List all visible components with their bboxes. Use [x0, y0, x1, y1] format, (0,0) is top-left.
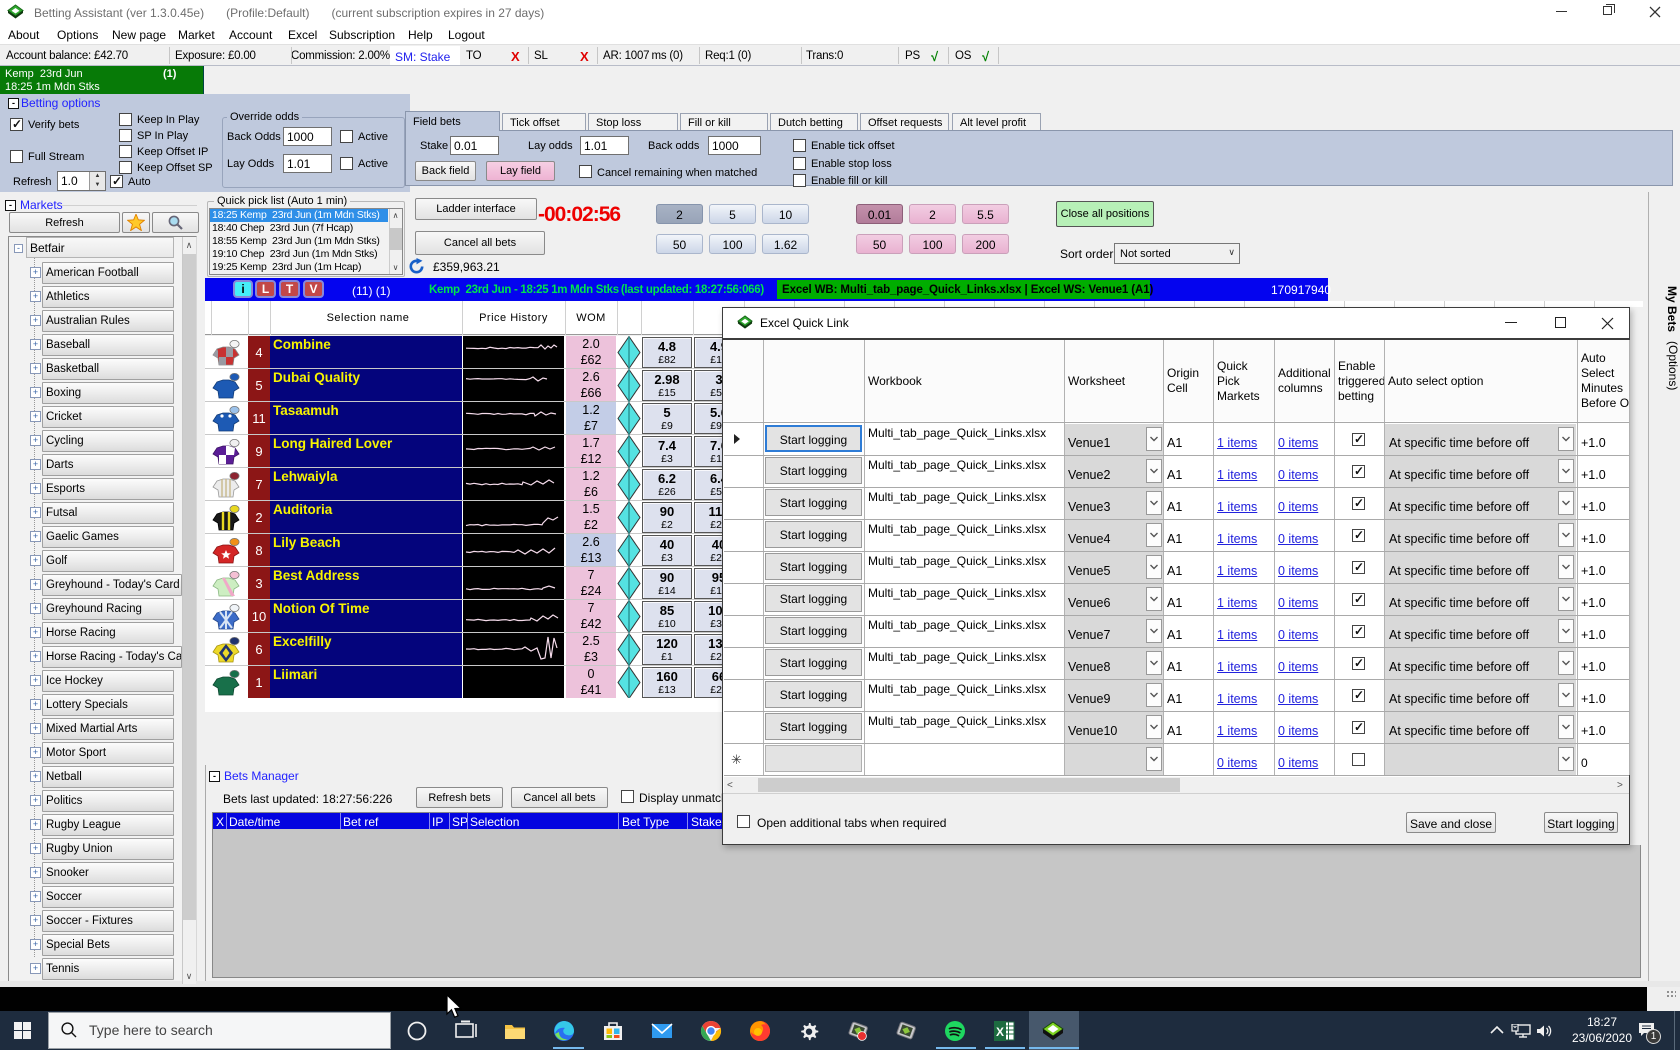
svg-text:X: X — [996, 1025, 1004, 1039]
